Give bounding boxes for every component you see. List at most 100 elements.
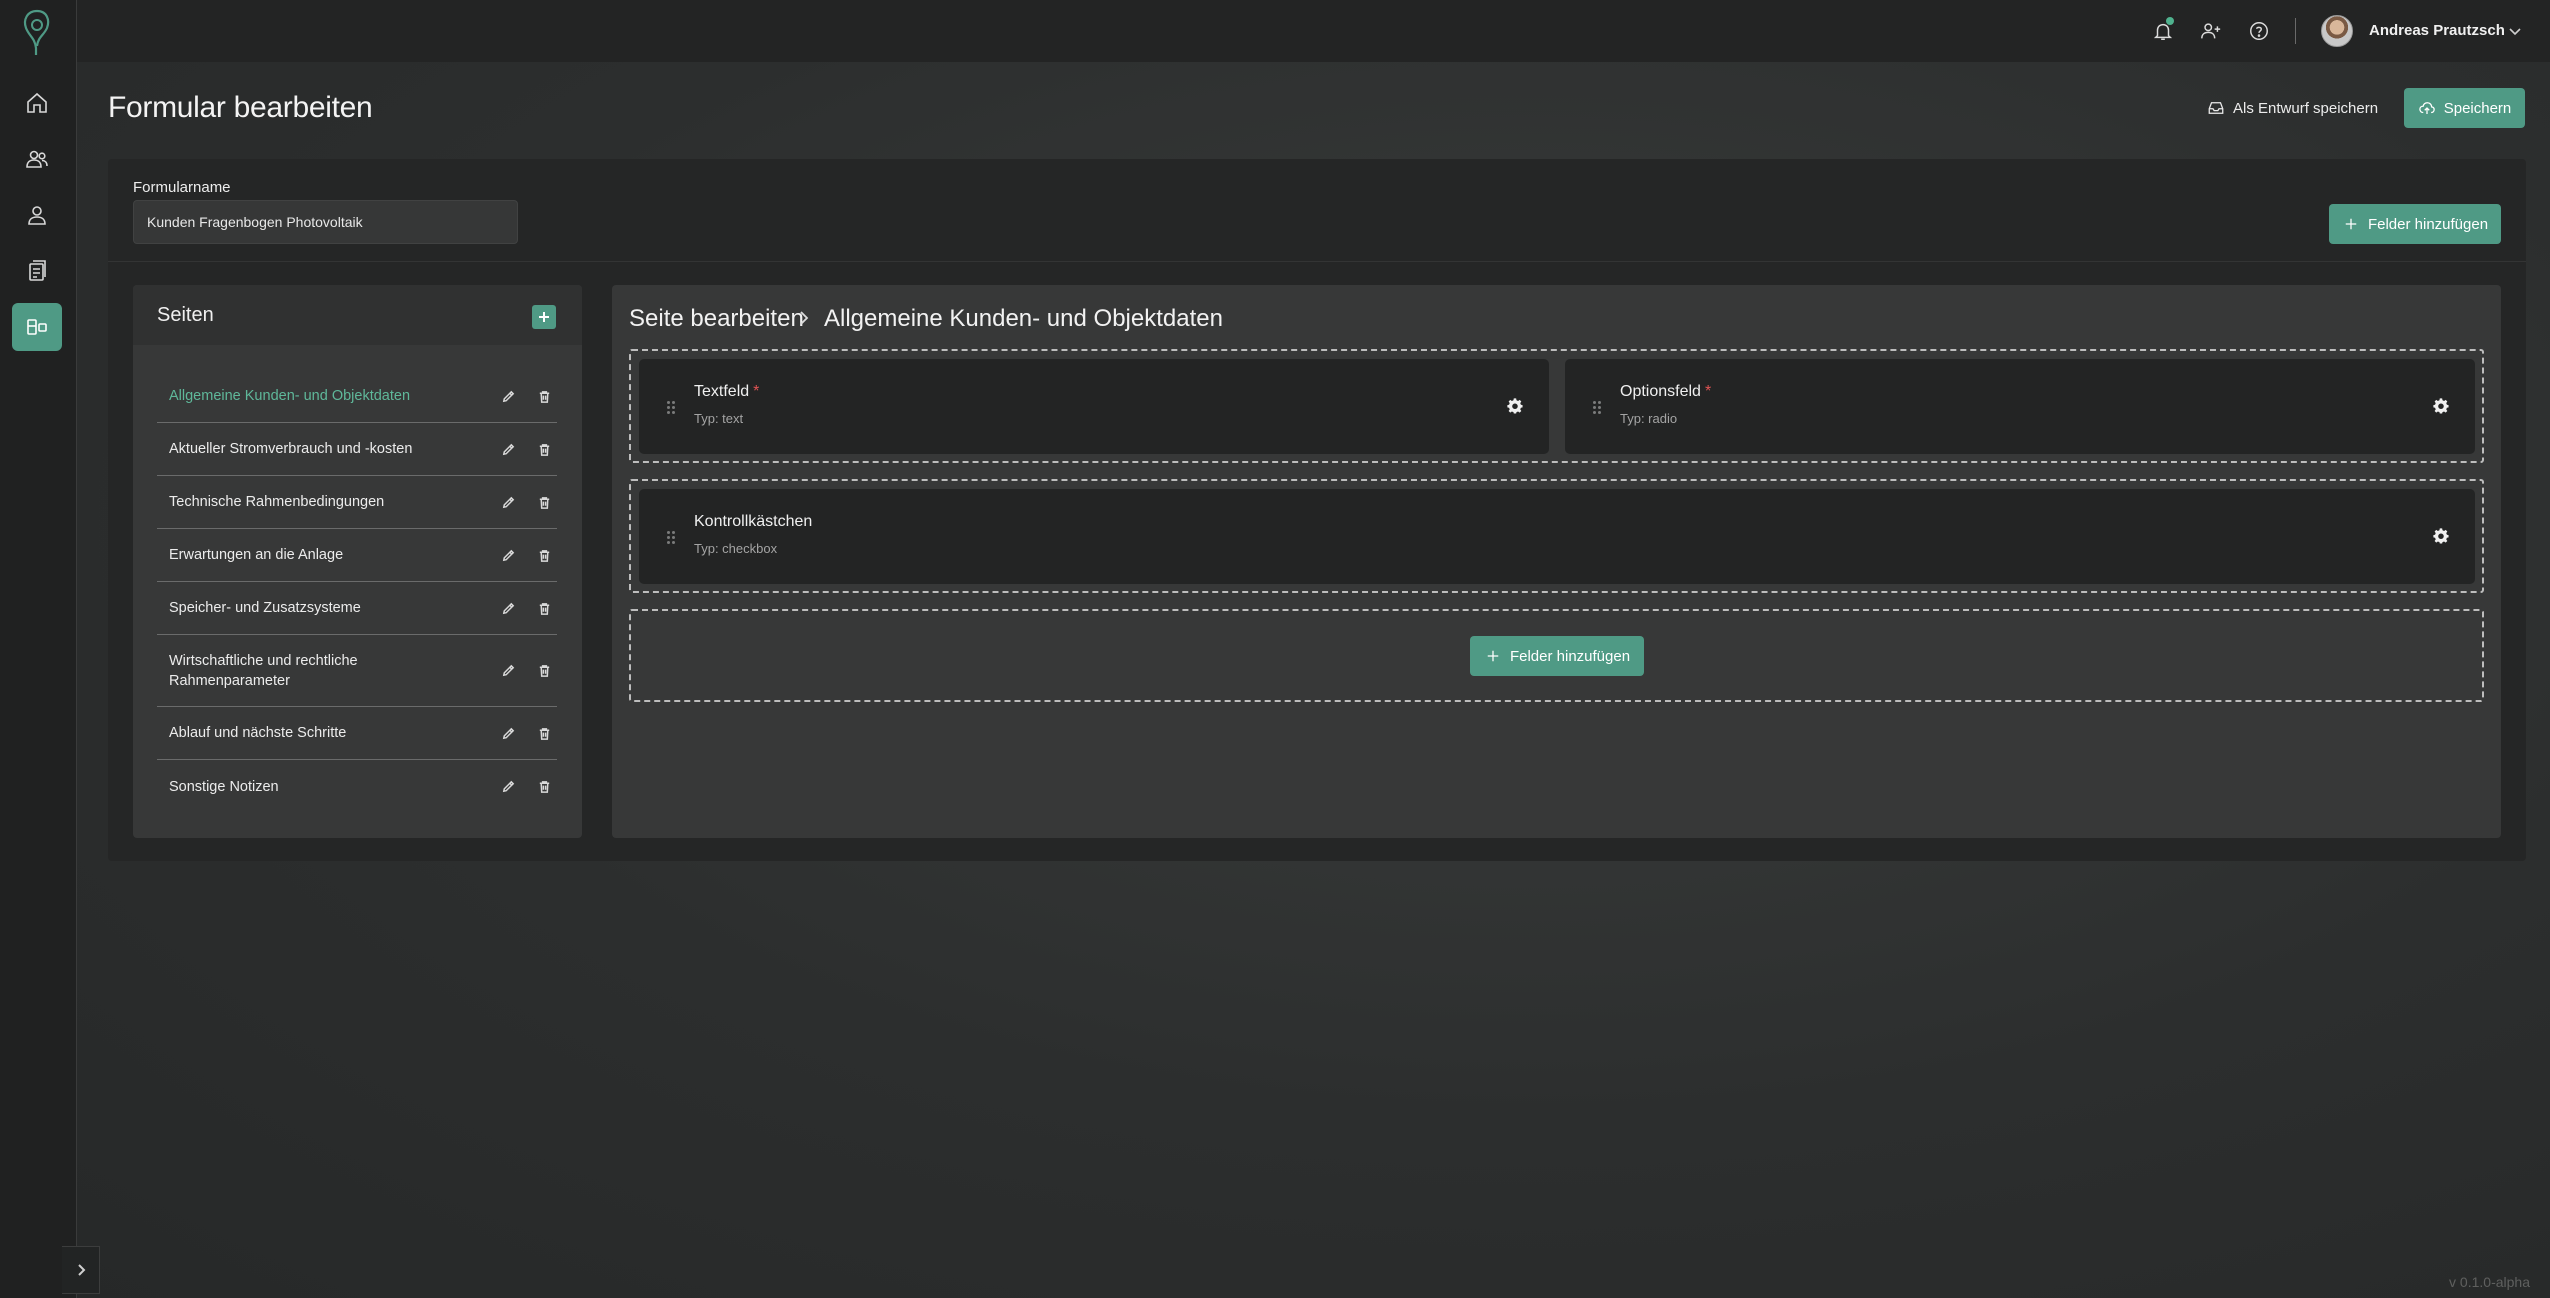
field-settings-button[interactable]: [2432, 527, 2450, 545]
edit-page-button[interactable]: [497, 385, 519, 407]
users-icon: [26, 150, 48, 168]
inbox-icon: [2208, 102, 2224, 114]
home-icon: [27, 92, 47, 113]
delete-page-button[interactable]: [533, 597, 555, 619]
app-logo-icon[interactable]: [19, 8, 55, 58]
page-list-item[interactable]: Erwartungen an die Anlage: [157, 529, 557, 582]
field-settings-button[interactable]: [2432, 397, 2450, 415]
field-name-text: Kontrollkästchen: [694, 513, 813, 530]
field-type: Typ: text: [694, 411, 744, 426]
plus-icon: [1487, 650, 1499, 662]
save-label: Speichern: [2443, 99, 2512, 117]
edit-page-button[interactable]: [497, 722, 519, 744]
field-name: Kontrollkästchen: [694, 513, 812, 531]
field-type: Typ: checkbox: [694, 541, 778, 556]
save-draft-button[interactable]: Als Entwurf speichern: [2195, 88, 2390, 128]
edit-page-button[interactable]: [497, 438, 519, 460]
page-list-item-label: Allgemeine Kunden- und Objektdaten: [169, 388, 411, 404]
field-type: Typ: radio: [1620, 411, 1678, 426]
delete-page-button[interactable]: [533, 776, 555, 798]
version-label: v 0.1.0-alpha: [2449, 1274, 2530, 1290]
field-card[interactable]: Kontrollkästchen Typ: checkbox: [639, 489, 2475, 584]
sidebar-item-profile[interactable]: [12, 191, 62, 239]
notification-dot: [2166, 17, 2174, 25]
breadcrumb-current-page: Allgemeine Kunden- und Objektdaten: [824, 305, 1223, 332]
edit-page-button[interactable]: [497, 491, 519, 513]
pencil-icon: [502, 496, 514, 508]
page-list-item[interactable]: Allgemeine Kunden- und Objektdaten: [157, 370, 557, 423]
add-fields-button-top[interactable]: Felder hinzufügen: [2329, 204, 2501, 244]
page-list-item[interactable]: Technische Rahmenbedingungen: [157, 476, 557, 529]
plus-icon: [2345, 218, 2357, 230]
page-list-item[interactable]: Sonstige Notizen: [157, 760, 557, 813]
form-name-input[interactable]: [133, 200, 518, 244]
field-card[interactable]: Optionsfeld * Typ: radio: [1565, 359, 2475, 454]
page-list-item[interactable]: Wirtschaftliche und rechtliche Rahmenpar…: [157, 635, 557, 707]
trash-icon: [539, 665, 549, 677]
pencil-icon: [502, 390, 514, 402]
trash-icon: [539, 781, 549, 793]
avatar[interactable]: [2321, 15, 2353, 47]
pencil-icon: [502, 780, 514, 793]
chevron-down-icon[interactable]: [2508, 24, 2522, 38]
gear-icon: [2433, 528, 2449, 544]
form-builder-icon: [27, 319, 47, 335]
page-title: Formular bearbeiten: [108, 91, 373, 124]
page-list-item-label: Aktueller Stromverbrauch und -kosten: [169, 441, 413, 457]
add-fields-label: Felder hinzufügen: [2367, 215, 2489, 233]
documents-icon: [29, 260, 46, 281]
sidebar-item-documents[interactable]: [12, 247, 62, 295]
page-list-item-label: Ablauf und nächste Schritte: [169, 725, 347, 741]
add-page-button[interactable]: [532, 305, 556, 329]
edit-page-button[interactable]: [497, 597, 519, 619]
pages-title: Seiten: [157, 304, 214, 326]
delete-page-button[interactable]: [533, 722, 555, 744]
pencil-icon: [502, 602, 514, 614]
chevron-right-icon: [800, 311, 809, 325]
page-list-item-label: Erwartungen an die Anlage: [169, 547, 344, 563]
add-fields-label: Felder hinzufügen: [1509, 647, 1631, 665]
trash-icon: [539, 390, 549, 403]
save-button[interactable]: Speichern: [2404, 88, 2525, 128]
delete-page-button[interactable]: [533, 438, 555, 460]
delete-page-button[interactable]: [533, 660, 555, 682]
delete-page-button[interactable]: [533, 385, 555, 407]
sidebar-collapse-button[interactable]: [62, 1246, 100, 1294]
gear-icon: [1507, 398, 1523, 414]
field-settings-button[interactable]: [1506, 397, 1524, 415]
breadcrumb-root[interactable]: Seite bearbeiten: [629, 305, 804, 333]
required-marker: *: [753, 383, 760, 400]
add-user-icon: [2201, 23, 2221, 39]
gear-icon: [2433, 398, 2449, 414]
page-list-item-label: Speicher- und Zusatzsysteme: [169, 600, 361, 616]
notifications-button[interactable]: [2148, 16, 2178, 46]
add-user-button[interactable]: [2196, 16, 2226, 46]
delete-page-button[interactable]: [533, 491, 555, 513]
edit-page-button[interactable]: [497, 660, 519, 682]
required-marker: *: [1704, 383, 1712, 400]
drag-handle-icon[interactable]: [1593, 401, 1603, 415]
page-list-item[interactable]: Speicher- und Zusatzsysteme: [157, 582, 557, 635]
pencil-icon: [502, 727, 514, 739]
sidebar-item-forms[interactable]: [12, 303, 62, 351]
page-list-item[interactable]: Ablauf und nächste Schritte: [157, 707, 557, 760]
field-name: Textfeld *: [694, 383, 759, 401]
add-fields-button[interactable]: Felder hinzufügen: [1470, 636, 1644, 676]
drag-handle-icon[interactable]: [667, 401, 677, 415]
user-icon: [28, 206, 46, 225]
pencil-icon: [502, 664, 514, 677]
user-name[interactable]: Andreas Prautzsch: [2369, 22, 2505, 39]
page-list-item-label: Technische Rahmenbedingungen: [169, 494, 385, 510]
edit-page-button[interactable]: [497, 544, 519, 566]
field-card[interactable]: Textfeld * Typ: text: [639, 359, 1549, 454]
drag-handle-icon[interactable]: [667, 531, 677, 545]
trash-icon: [539, 549, 549, 562]
form-name-label: Formularname: [133, 179, 231, 196]
delete-page-button[interactable]: [533, 544, 555, 566]
sidebar-item-home[interactable]: [12, 79, 62, 127]
field-name: Optionsfeld *: [1620, 383, 1711, 401]
edit-page-button[interactable]: [497, 776, 519, 798]
help-button[interactable]: [2244, 16, 2274, 46]
sidebar-item-contacts[interactable]: [12, 135, 62, 183]
page-list-item[interactable]: Aktueller Stromverbrauch und -kosten: [157, 423, 557, 476]
